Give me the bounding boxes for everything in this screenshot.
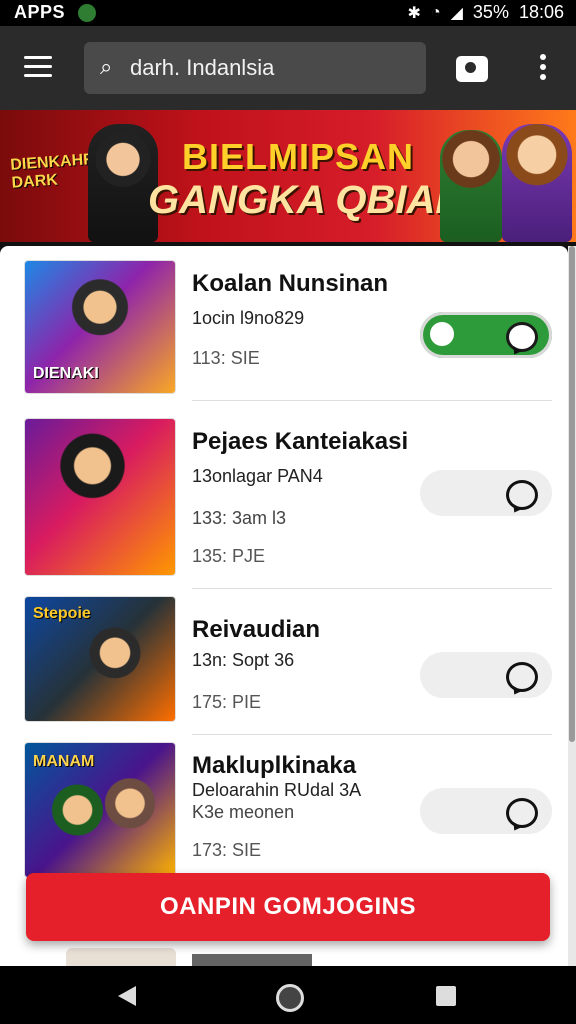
item-meta: 135: PJE bbox=[192, 546, 266, 566]
item-thumbnail-caption: DIENAKI bbox=[33, 365, 99, 382]
item-thumbnail[interactable]: DIENAKI bbox=[24, 260, 176, 394]
item-subtitle: Deloarahin RUdal 3A bbox=[192, 780, 362, 800]
next-item-title-peek bbox=[192, 954, 312, 966]
menu-icon[interactable] bbox=[24, 56, 52, 78]
app-toolbar: ⌕ darh. Indanlsia bbox=[0, 26, 576, 110]
battery-text: 35% bbox=[472, 2, 509, 22]
system-nav-bar bbox=[0, 966, 576, 1024]
item-thumbnail-caption: Stepoie bbox=[33, 605, 91, 622]
banner-title-line1: BIELMIPSAN bbox=[182, 136, 415, 177]
back-icon[interactable] bbox=[118, 986, 136, 1006]
item-meta: 173: SIE bbox=[192, 840, 262, 860]
item-toggle[interactable] bbox=[420, 312, 552, 358]
item-subtitle: 1ocin l9no829 bbox=[192, 308, 305, 328]
list-item[interactable]: Pejaes Kanteiakasi 13onlagar PAN4 133: 3… bbox=[0, 418, 568, 586]
item-thumbnail[interactable]: Stepoie bbox=[24, 596, 176, 722]
wifi-icon: ◔ bbox=[430, 3, 441, 21]
item-thumbnail[interactable] bbox=[24, 418, 176, 576]
home-icon[interactable] bbox=[276, 984, 304, 1012]
divider bbox=[192, 400, 552, 401]
banner-title-line2: GANGKA QBIAM bbox=[148, 178, 469, 222]
status-right: ✱ ◔ ◢ 35% 18:06 bbox=[408, 2, 564, 23]
status-bar: APPS ✱ ◔ ◢ 35% 18:06 bbox=[0, 0, 576, 26]
next-item-thumbnail-peek bbox=[66, 948, 176, 966]
item-title: Reivaudian bbox=[192, 616, 321, 643]
item-title: Koalan Nunsinan bbox=[192, 270, 389, 297]
list-item[interactable]: Stepoie Reivaudian 13n: Sopt 36 175: PIE bbox=[0, 596, 568, 728]
search-query: darh. Indanlsia bbox=[130, 55, 275, 80]
chat-icon bbox=[506, 480, 538, 510]
bluetooth-icon: ✱ bbox=[407, 4, 421, 22]
search-input[interactable]: ⌕ darh. Indanlsia bbox=[84, 42, 426, 94]
item-meta: 175: PIE bbox=[192, 692, 262, 712]
item-title: Makluplkinaka bbox=[192, 752, 357, 779]
banner-logo: DIENKAHR DARK bbox=[9, 150, 96, 192]
list-item[interactable]: DIENAKI Koalan Nunsinan 1ocin l9no829 11… bbox=[0, 260, 568, 400]
divider bbox=[192, 734, 552, 735]
banner-character-mid bbox=[440, 130, 502, 242]
item-toggle[interactable] bbox=[420, 788, 552, 834]
divider bbox=[192, 588, 552, 589]
clock: 18:06 bbox=[518, 2, 564, 22]
item-subtitle: 13onlagar PAN4 bbox=[192, 466, 323, 486]
list-item[interactable]: MANAM Makluplkinaka Deloarahin RUdal 3A … bbox=[0, 742, 568, 882]
recents-icon[interactable] bbox=[436, 986, 456, 1006]
search-icon: ⌕ bbox=[100, 54, 113, 79]
scrollbar[interactable] bbox=[568, 246, 576, 966]
status-apps-label: APPS bbox=[14, 2, 66, 22]
promo-banner[interactable]: DIENKAHR DARK BIELMIPSAN GANGKA QBIAM bbox=[0, 110, 576, 242]
content-list: DIENAKI Koalan Nunsinan 1ocin l9no829 11… bbox=[0, 246, 568, 966]
toggle-knob bbox=[430, 322, 454, 346]
item-title: Pejaes Kanteiakasi bbox=[192, 428, 409, 455]
camera-icon[interactable] bbox=[456, 56, 488, 82]
scrollbar-thumb[interactable] bbox=[569, 246, 575, 742]
notification-icon bbox=[78, 4, 96, 22]
item-toggle[interactable] bbox=[420, 652, 552, 698]
item-detail: K3e meonen bbox=[192, 802, 295, 822]
more-vert-icon[interactable] bbox=[538, 54, 548, 84]
chat-icon bbox=[506, 322, 538, 352]
primary-cta-button[interactable]: OANPIN GOMJOGINS bbox=[26, 873, 550, 941]
item-detail: 133: 3am l3 bbox=[192, 508, 287, 528]
chat-icon bbox=[506, 798, 538, 828]
banner-character-right bbox=[502, 124, 572, 242]
item-thumbnail[interactable]: MANAM bbox=[24, 742, 176, 878]
chat-icon bbox=[506, 662, 538, 692]
signal-icon: ◢ bbox=[450, 4, 463, 22]
item-toggle[interactable] bbox=[420, 470, 552, 516]
item-subtitle: 13n: Sopt 36 bbox=[192, 650, 295, 670]
item-meta: 113: SIE bbox=[192, 348, 260, 368]
item-thumbnail-caption: MANAM bbox=[33, 753, 95, 770]
